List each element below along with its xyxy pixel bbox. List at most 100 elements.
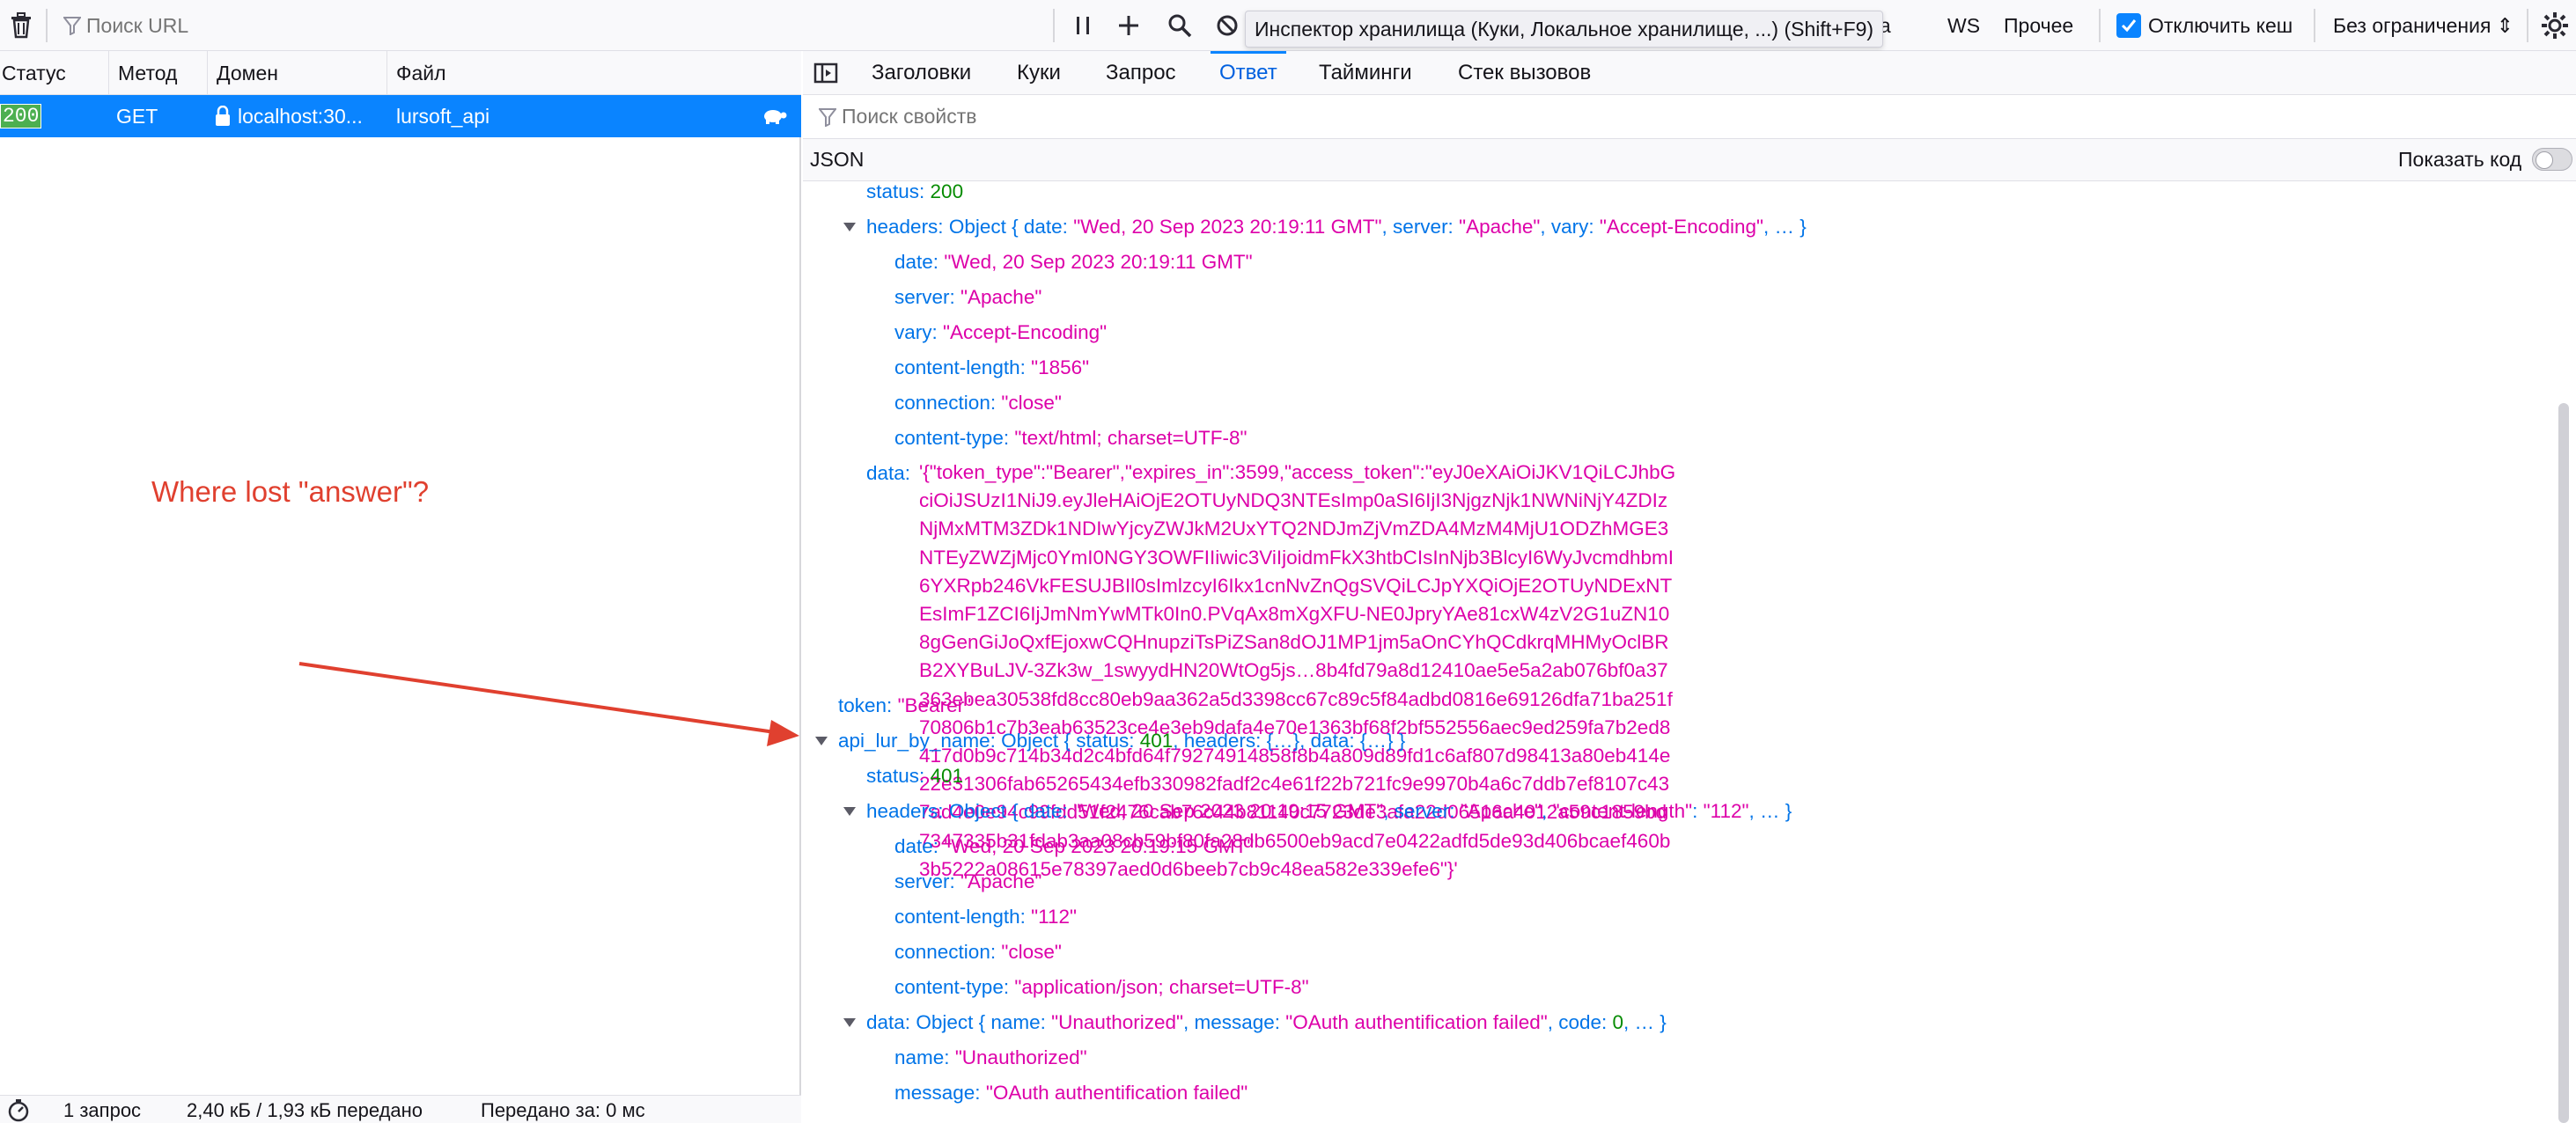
request-row[interactable]: 200 GET localhost:30... lursoft_api <box>0 95 801 137</box>
block-icon <box>1210 8 1245 43</box>
json-key: content-length: <box>894 906 1026 928</box>
chevron-down-icon[interactable] <box>843 223 856 231</box>
pause-button[interactable] <box>1065 0 1100 51</box>
json-row: connection: "close" <box>894 935 1062 970</box>
json-string: "Apache" <box>1460 800 1542 822</box>
json-row: content-type: "text/html; charset=UTF-8" <box>894 421 1248 456</box>
column-method[interactable]: Метод <box>109 51 208 95</box>
json-row[interactable]: api_lur_by_name: Object { status: 401, h… <box>838 723 1405 759</box>
json-row[interactable]: headers: Object { date: "Wed, 20 Sep 202… <box>866 794 1792 829</box>
json-string: "Apache" <box>960 286 1042 308</box>
json-key: content-length: <box>894 356 1026 378</box>
network-toolbar: иа WS Прочее Отключить кеш Без ограничен… <box>0 0 2576 51</box>
throttle-label: Без ограничения ⇕ <box>2333 13 2514 37</box>
json-section-header: JSON Показать код <box>803 139 2576 181</box>
filter-ws-button[interactable]: WS <box>1947 0 1980 51</box>
lock-icon <box>215 106 231 127</box>
json-punct: , … } <box>1623 1011 1667 1033</box>
tab-response[interactable]: Ответ <box>1211 51 1286 95</box>
json-string: "content-length" <box>1552 800 1693 822</box>
status-bar: 1 запрос 2,40 кБ / 1,93 кБ передано Пере… <box>0 1095 801 1123</box>
request-list-panel: Статус Метод Домен Файл 200 GET localhos… <box>0 51 801 1123</box>
json-punct: , … } <box>1763 216 1807 238</box>
json-key: date: <box>894 835 939 857</box>
json-row: vary: "Accept-Encoding" <box>894 315 1107 350</box>
json-object-label: Object <box>916 1011 974 1033</box>
json-key: status: <box>866 180 925 202</box>
json-punct: , code: <box>1547 1011 1613 1033</box>
json-string: "112" <box>1703 800 1749 822</box>
json-key: status: <box>866 765 925 787</box>
toolbar-separator <box>2099 9 2101 42</box>
tab-cookies[interactable]: Куки <box>1017 51 1061 95</box>
tab-timings[interactable]: Тайминги <box>1319 51 1412 95</box>
json-number: 200 <box>930 180 964 202</box>
json-punct: , server: <box>1381 216 1460 238</box>
throttle-select[interactable]: Без ограничения ⇕ <box>2333 0 2513 51</box>
json-key: date: <box>894 251 939 273</box>
json-row: data: <box>866 456 910 491</box>
json-key: vary: <box>894 321 938 343</box>
checkbox-checked-icon[interactable] <box>2116 13 2141 38</box>
url-filter-input[interactable] <box>86 13 579 38</box>
json-key: content-type: <box>894 976 1010 998</box>
json-row: server: "Apache" <box>894 280 1041 315</box>
chevron-down-icon[interactable] <box>843 807 856 816</box>
property-filter[interactable] <box>803 95 2576 139</box>
settings-button[interactable] <box>2537 0 2572 51</box>
json-row[interactable]: headers: Object { date: "Wed, 20 Sep 202… <box>866 209 1807 245</box>
json-string: "112" <box>1031 906 1077 928</box>
json-string: "close" <box>1001 941 1062 963</box>
search-button[interactable] <box>1162 0 1197 51</box>
request-domain-cell: localhost:30... <box>215 95 363 137</box>
chevron-down-icon[interactable] <box>843 1018 856 1027</box>
gear-icon <box>2537 8 2572 43</box>
json-row: date: "Wed, 20 Sep 2023 20:19:15 GMT" <box>894 829 1254 864</box>
json-punct: , headers: {…}, data: {…} } <box>1173 730 1406 752</box>
turtle-icon <box>761 95 787 137</box>
annotation-text: Where lost "answer"? <box>151 475 430 508</box>
disable-cache-toggle[interactable]: Отключить кеш <box>2116 0 2293 51</box>
tab-stack-trace[interactable]: Стек вызовов <box>1458 51 1591 95</box>
vertical-scrollbar[interactable] <box>2558 403 2569 1123</box>
clear-button[interactable] <box>4 0 39 51</box>
filter-ws-label: WS <box>1947 13 1981 37</box>
column-domain[interactable]: Домен <box>208 51 387 95</box>
json-row: content-type: "application/json; charset… <box>894 970 1309 1005</box>
tab-request[interactable]: Запрос <box>1106 51 1176 95</box>
chevron-down-icon[interactable] <box>815 737 828 745</box>
column-status[interactable]: Статус <box>0 51 109 95</box>
transferred-size: 2,40 кБ / 1,93 кБ передано <box>187 1099 423 1121</box>
json-row[interactable]: data: Object { name: "Unauthorized", mes… <box>866 1005 1667 1040</box>
toggle-sidebar-button[interactable] <box>813 51 838 95</box>
json-key: name: <box>894 1046 950 1068</box>
transfer-time: Передано за: 0 мс <box>481 1099 645 1121</box>
block-button[interactable] <box>1210 0 1245 51</box>
json-row: status: 200 <box>866 174 963 209</box>
add-request-button[interactable] <box>1111 0 1146 51</box>
json-key: token: <box>838 694 893 716</box>
annotation-arrow <box>298 662 799 746</box>
json-object-label: Object <box>948 216 1006 238</box>
pause-icon <box>1065 8 1100 43</box>
column-file[interactable]: Файл <box>387 51 801 95</box>
json-punct: { status: <box>1064 730 1140 752</box>
request-file: lursoft_api <box>396 104 490 128</box>
json-key: content-type: <box>894 427 1010 449</box>
status-badge: 200 <box>0 104 42 128</box>
tab-headers[interactable]: Заголовки <box>872 51 971 95</box>
json-string: "Accept-Encoding" <box>1599 216 1763 238</box>
filter-other-button[interactable]: Прочее <box>2004 0 2073 51</box>
json-punct: : <box>1692 800 1704 822</box>
json-string: "close" <box>1001 392 1062 414</box>
json-key: server: <box>894 286 955 308</box>
request-count: 1 запрос <box>63 1099 142 1121</box>
property-filter-input[interactable] <box>842 105 1546 128</box>
json-row: message: "OAuth authentification failed" <box>894 1075 1248 1111</box>
json-punct: , vary: <box>1540 216 1600 238</box>
json-string: "Wed, 20 Sep 2023 20:19:11 GMT" <box>944 251 1253 273</box>
show-code-toggle[interactable] <box>2532 148 2572 171</box>
json-key: message: <box>894 1082 981 1104</box>
url-filter[interactable] <box>63 0 579 51</box>
toolbar-separator <box>2314 9 2315 42</box>
